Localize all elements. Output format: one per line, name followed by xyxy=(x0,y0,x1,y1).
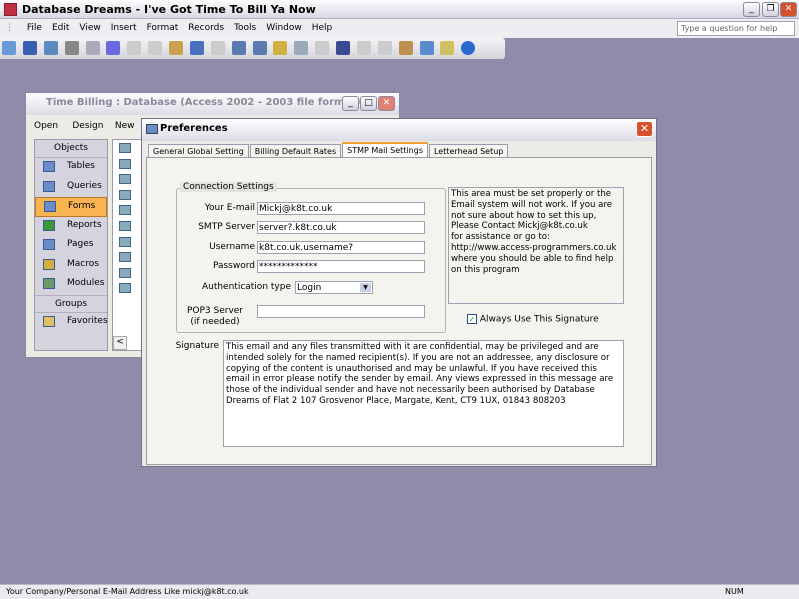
password-input[interactable]: ************* xyxy=(257,260,425,273)
sort-ascending-icon[interactable] xyxy=(231,41,246,55)
objects-header: Objects xyxy=(35,140,107,158)
ask-question-input[interactable]: Type a question for help xyxy=(677,21,795,36)
table-icon xyxy=(43,161,55,172)
cut-icon[interactable] xyxy=(127,41,142,55)
signature-label: Signature xyxy=(175,341,219,351)
form-icon xyxy=(44,201,56,212)
copy-icon[interactable] xyxy=(148,41,163,55)
view-icon[interactable] xyxy=(2,41,16,55)
email-label: Your E-mail xyxy=(204,203,255,213)
query-icon xyxy=(43,180,55,192)
print-icon[interactable] xyxy=(64,41,79,55)
paste-icon[interactable] xyxy=(169,41,183,55)
db-minimize-button[interactable]: _ xyxy=(342,96,359,111)
new-record-icon[interactable] xyxy=(356,41,371,55)
favorites-folder-icon xyxy=(43,315,55,327)
new-button[interactable]: New xyxy=(115,121,135,131)
close-button[interactable]: ✕ xyxy=(780,2,797,17)
checkbox-checked-icon: ✓ xyxy=(467,314,477,324)
always-use-signature-checkbox[interactable]: ✓ Always Use This Signature xyxy=(467,314,599,325)
db-toolbar: Open Design New xyxy=(34,121,135,131)
forms-list[interactable]: < xyxy=(112,139,142,351)
menu-help[interactable]: Help xyxy=(307,19,338,33)
menu-file[interactable]: File xyxy=(22,19,47,33)
smtp-label: SMTP Server xyxy=(198,222,255,232)
preferences-dialog: Preferences ✕ General Global Setting Bill… xyxy=(141,118,657,467)
password-label: Password xyxy=(212,261,255,271)
object-tables[interactable]: Tables xyxy=(35,158,107,178)
object-modules[interactable]: Modules xyxy=(35,275,107,295)
standard-toolbar xyxy=(0,38,505,59)
hyperlink-icon[interactable] xyxy=(210,41,225,55)
smtp-server-input[interactable]: server?.k8t.co.uk xyxy=(257,221,425,234)
signature-textarea[interactable]: This email and any files transmitted wit… xyxy=(223,340,624,447)
file-search-icon[interactable] xyxy=(43,41,58,55)
groups-header: Groups xyxy=(35,294,107,313)
menu-window[interactable]: Window xyxy=(261,19,307,33)
menu-tools[interactable]: Tools xyxy=(229,19,261,33)
username-label: Username xyxy=(209,242,255,252)
db-maximize-button[interactable]: □ xyxy=(360,96,377,111)
help-icon[interactable] xyxy=(461,41,476,55)
stmp-mail-settings-page: Connection Settings Your E-mail Mickj@k8… xyxy=(146,157,652,465)
find-icon[interactable] xyxy=(336,41,350,55)
restore-button[interactable]: ❐ xyxy=(762,2,779,17)
access-app-icon xyxy=(4,3,17,16)
menu-format[interactable]: Format xyxy=(142,19,184,33)
pop3-server-input[interactable] xyxy=(257,305,425,318)
save-icon[interactable] xyxy=(22,41,37,55)
open-button[interactable]: Open xyxy=(34,121,58,131)
minimize-button[interactable]: _ xyxy=(743,2,760,17)
chevron-down-icon: ▼ xyxy=(360,283,371,292)
filter-selection-icon[interactable] xyxy=(273,41,288,55)
pop3-label: POP3 Server (if needed) xyxy=(186,306,244,327)
app-title: Database Dreams - I've Got Time To Bill … xyxy=(22,3,316,16)
object-pages[interactable]: Pages xyxy=(35,236,107,256)
object-macros[interactable]: Macros xyxy=(35,256,107,276)
scroll-left-button[interactable]: < xyxy=(113,336,127,350)
menu-edit[interactable]: Edit xyxy=(47,19,74,33)
module-icon xyxy=(43,278,55,289)
page-icon xyxy=(43,239,55,250)
object-forms[interactable]: Forms xyxy=(35,197,107,217)
auth-type-label: Authentication type xyxy=(201,282,291,292)
db-close-button[interactable]: ✕ xyxy=(378,96,395,111)
filter-form-icon[interactable] xyxy=(294,41,309,55)
username-input[interactable]: k8t.co.uk.username? xyxy=(257,241,425,254)
auth-type-select[interactable]: Login ▼ xyxy=(295,281,373,294)
report-icon xyxy=(43,219,55,231)
properties-icon[interactable] xyxy=(398,41,413,55)
menu-insert[interactable]: Insert xyxy=(106,19,142,33)
object-reports[interactable]: Reports xyxy=(35,217,107,237)
menu-records[interactable]: Records xyxy=(183,19,229,33)
delete-record-icon[interactable] xyxy=(377,41,392,55)
help-note: This area must be set properly or the Em… xyxy=(448,187,624,304)
menu-bar: ⋮ File Edit View Insert Format Records Tools Wi… xyxy=(0,19,799,38)
objects-bar: Objects Tables Queries Forms Reports Pag… xyxy=(34,139,108,351)
object-queries[interactable]: Queries xyxy=(35,178,107,198)
email-input[interactable]: Mickj@k8t.co.uk xyxy=(257,202,425,215)
preferences-close-button[interactable]: ✕ xyxy=(636,121,653,137)
num-lock-indicator: NUM xyxy=(725,587,744,596)
form-icon xyxy=(146,124,158,134)
macro-icon xyxy=(43,258,55,270)
connection-settings-group: Connection Settings Your E-mail Mickj@k8… xyxy=(176,182,446,333)
connection-settings-label: Connection Settings xyxy=(180,182,277,192)
group-favorites[interactable]: Favorites xyxy=(35,313,108,333)
sort-descending-icon[interactable] xyxy=(252,41,267,55)
apply-filter-icon[interactable] xyxy=(315,41,330,55)
app-title-bar: Database Dreams - I've Got Time To Bill … xyxy=(0,0,799,19)
spelling-icon[interactable] xyxy=(106,41,121,55)
database-window-icon[interactable] xyxy=(419,41,434,55)
status-text: Your Company/Personal E-Mail Address Lik… xyxy=(6,587,249,596)
print-preview-icon[interactable] xyxy=(85,41,100,55)
design-button[interactable]: Design xyxy=(72,121,103,131)
menu-view[interactable]: View xyxy=(74,19,105,33)
new-object-icon[interactable] xyxy=(440,41,455,55)
status-bar: Your Company/Personal E-Mail Address Lik… xyxy=(0,584,799,599)
undo-icon[interactable] xyxy=(189,41,204,55)
preferences-title: Preferences xyxy=(142,119,656,141)
tab-strip: General Global Setting Billing Default Ra… xyxy=(148,142,509,159)
